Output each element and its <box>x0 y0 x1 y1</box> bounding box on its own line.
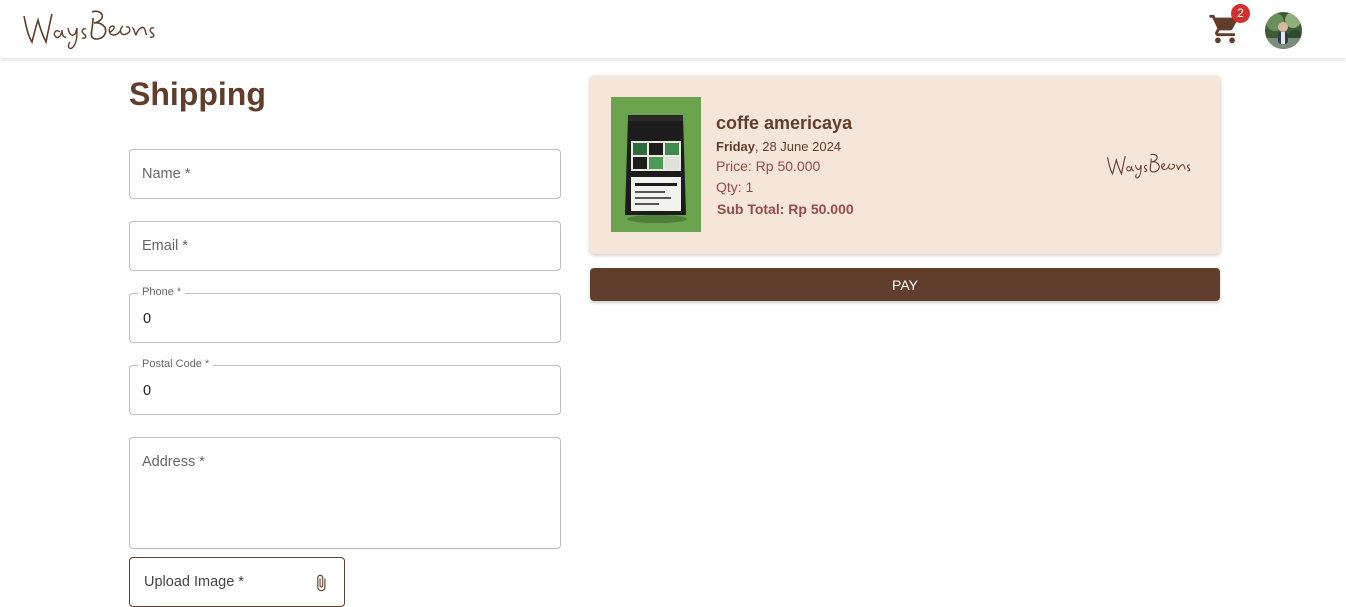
phone-field-label: Phone * <box>138 286 186 298</box>
upload-image-label: Upload Image * <box>144 574 244 590</box>
email-field-placeholder: Email * <box>142 238 188 254</box>
order-summary-card: coffe americaya Friday, 28 June 2024 Pri… <box>590 76 1220 254</box>
product-subtotal: Sub Total: Rp 50.000 <box>717 201 854 217</box>
name-field[interactable]: Name * <box>129 149 561 199</box>
page-title: Shipping <box>129 76 266 112</box>
order-date: Friday, 28 June 2024 <box>716 139 841 154</box>
top-navbar: 2 <box>0 0 1346 58</box>
order-date-rest: , 28 June 2024 <box>755 139 842 154</box>
product-price: Price: Rp 50.000 <box>716 158 821 174</box>
postal-code-field-label: Postal Code * <box>138 358 214 370</box>
product-qty: Qty: 1 <box>716 179 754 195</box>
name-field-placeholder: Name * <box>142 166 191 182</box>
order-date-day: Friday <box>716 139 756 154</box>
upload-image-button[interactable]: Upload Image * <box>129 557 345 607</box>
address-field-placeholder: Address * <box>142 454 205 470</box>
pay-button[interactable]: PAY <box>590 268 1220 301</box>
waysbeans-logo[interactable] <box>20 4 170 52</box>
postal-code-field-value: 0 <box>143 383 152 399</box>
product-image <box>611 97 701 232</box>
waysbeans-card-logo <box>1106 153 1191 179</box>
user-avatar[interactable] <box>1265 12 1302 49</box>
paperclip-icon <box>317 574 326 592</box>
cart-count-badge: 2 <box>1231 4 1250 23</box>
address-field[interactable]: Address * <box>129 437 561 549</box>
phone-field[interactable]: Phone * 0 <box>129 286 561 343</box>
phone-field-value: 0 <box>143 311 152 327</box>
email-field[interactable]: Email * <box>129 221 561 271</box>
product-name: coffe americaya <box>716 113 853 133</box>
postal-code-field[interactable]: Postal Code * 0 <box>129 358 561 415</box>
